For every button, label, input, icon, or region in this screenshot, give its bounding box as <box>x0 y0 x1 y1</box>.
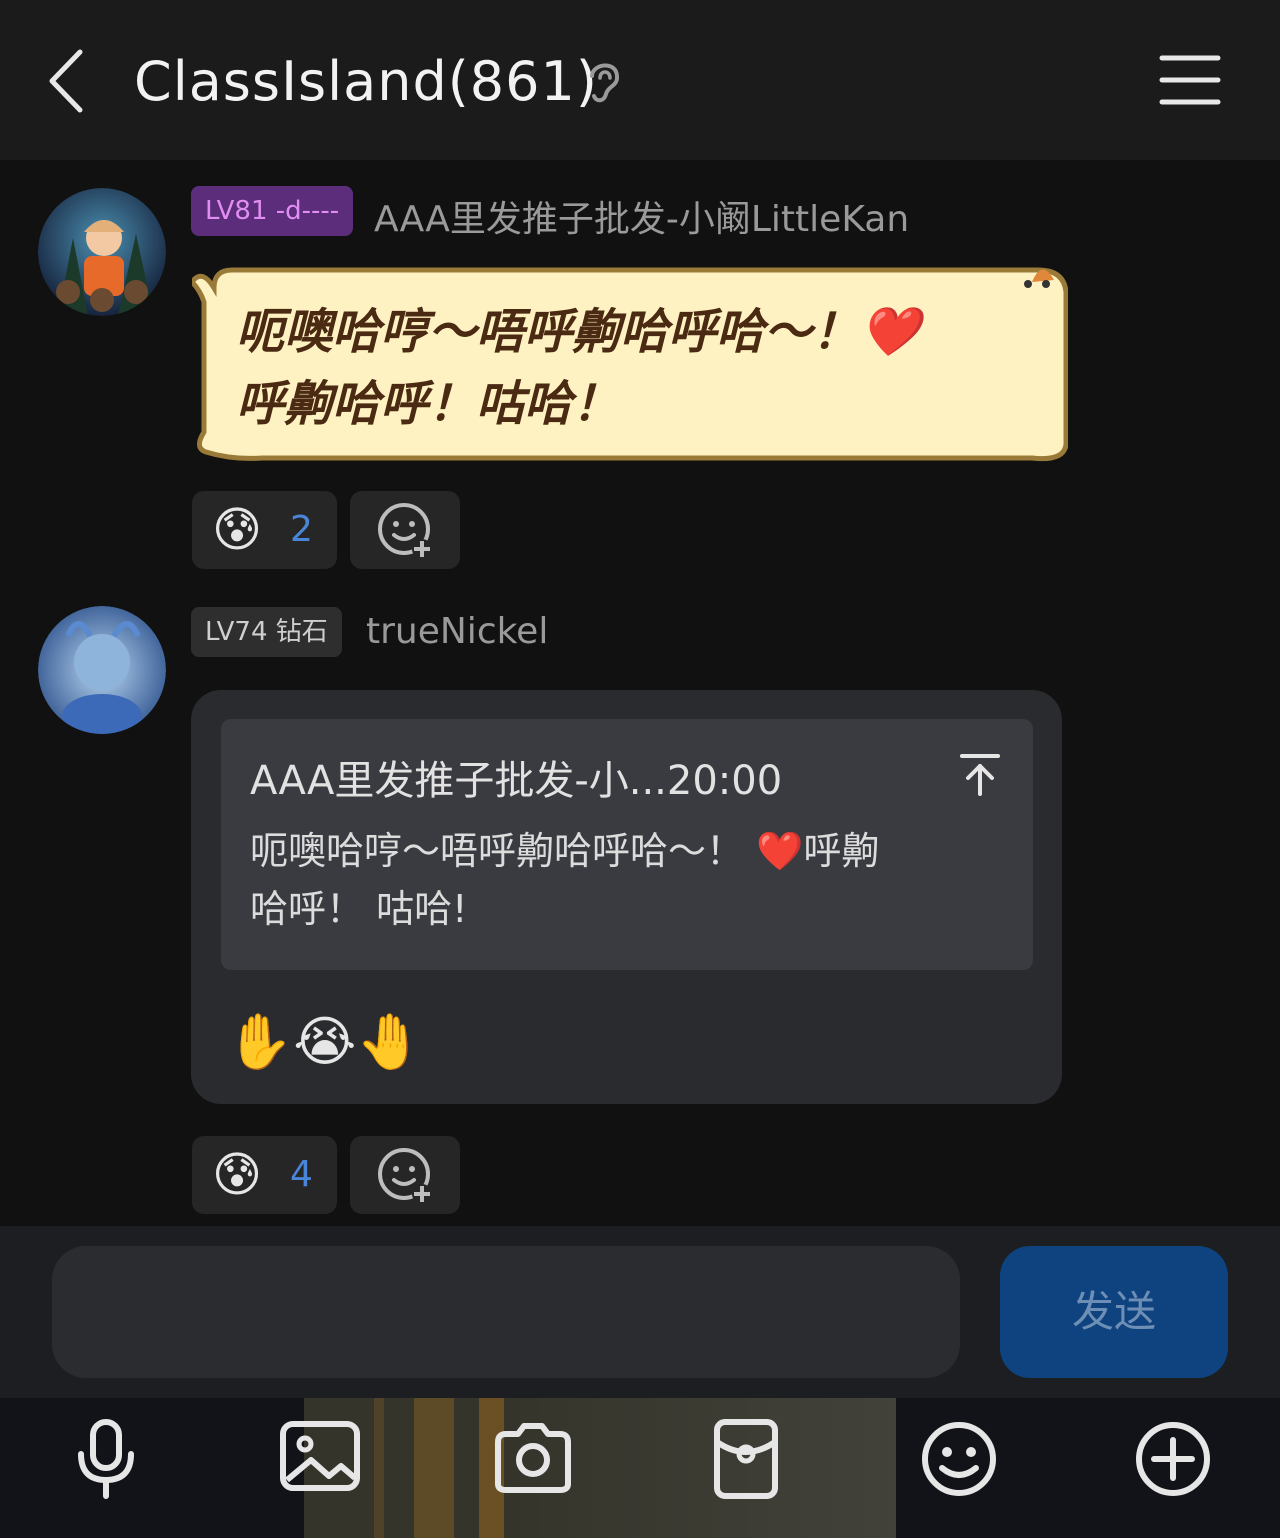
emoji-icon[interactable] <box>914 1414 1004 1504</box>
avatar[interactable] <box>38 606 166 734</box>
message-text: 呃噢哈哼～唔呼齁哈呼哈～！❤️ 呼齁哈呼！咕哈！ <box>236 304 920 432</box>
back-arrow-icon[interactable] <box>40 46 100 116</box>
top-bar: ClassIsland(861) <box>0 0 1280 160</box>
red-packet-icon[interactable] <box>701 1414 791 1504</box>
sender-name[interactable]: trueNickel <box>366 611 548 652</box>
reaction-count: 2 <box>290 509 313 550</box>
plus-icon[interactable] <box>1128 1414 1218 1504</box>
message-text: ✋😭🤚 <box>226 1010 424 1073</box>
add-reaction-button[interactable] <box>350 491 460 569</box>
add-reaction-button[interactable] <box>350 1136 460 1214</box>
avatar[interactable] <box>38 188 166 316</box>
anxious-face-icon: 😰 <box>212 502 263 558</box>
toolbar-background-image <box>304 1398 896 1538</box>
anxious-face-icon: 😰 <box>212 1147 263 1203</box>
level-badge: LV74 钻石 <box>191 607 342 657</box>
reaction-chip[interactable]: 😰 2 <box>192 491 337 569</box>
ear-icon[interactable] <box>584 56 624 106</box>
message-input[interactable] <box>52 1246 960 1378</box>
microphone-icon[interactable] <box>61 1414 151 1504</box>
send-button[interactable]: 发送 <box>1000 1246 1228 1378</box>
quote-header: AAA里发推子批发-小...20:00 <box>250 758 783 804</box>
camera-icon[interactable] <box>488 1414 578 1504</box>
chat-title: ClassIsland(861) <box>134 50 598 113</box>
menu-icon[interactable] <box>1158 52 1222 108</box>
reaction-count: 4 <box>290 1154 313 1195</box>
level-badge: LV81 -d---- <box>191 186 354 236</box>
jump-to-quote-icon[interactable] <box>958 752 1002 798</box>
quote-text: 呃噢哈哼～唔呼齁哈呼哈～！ ❤️呼齁 哈呼！ 咕哈! <box>250 829 880 931</box>
reaction-chip[interactable]: 😰 4 <box>192 1136 337 1214</box>
image-icon[interactable] <box>275 1414 365 1504</box>
sender-name[interactable]: AAA里发推子批发-小阚LittleKan <box>374 190 909 242</box>
